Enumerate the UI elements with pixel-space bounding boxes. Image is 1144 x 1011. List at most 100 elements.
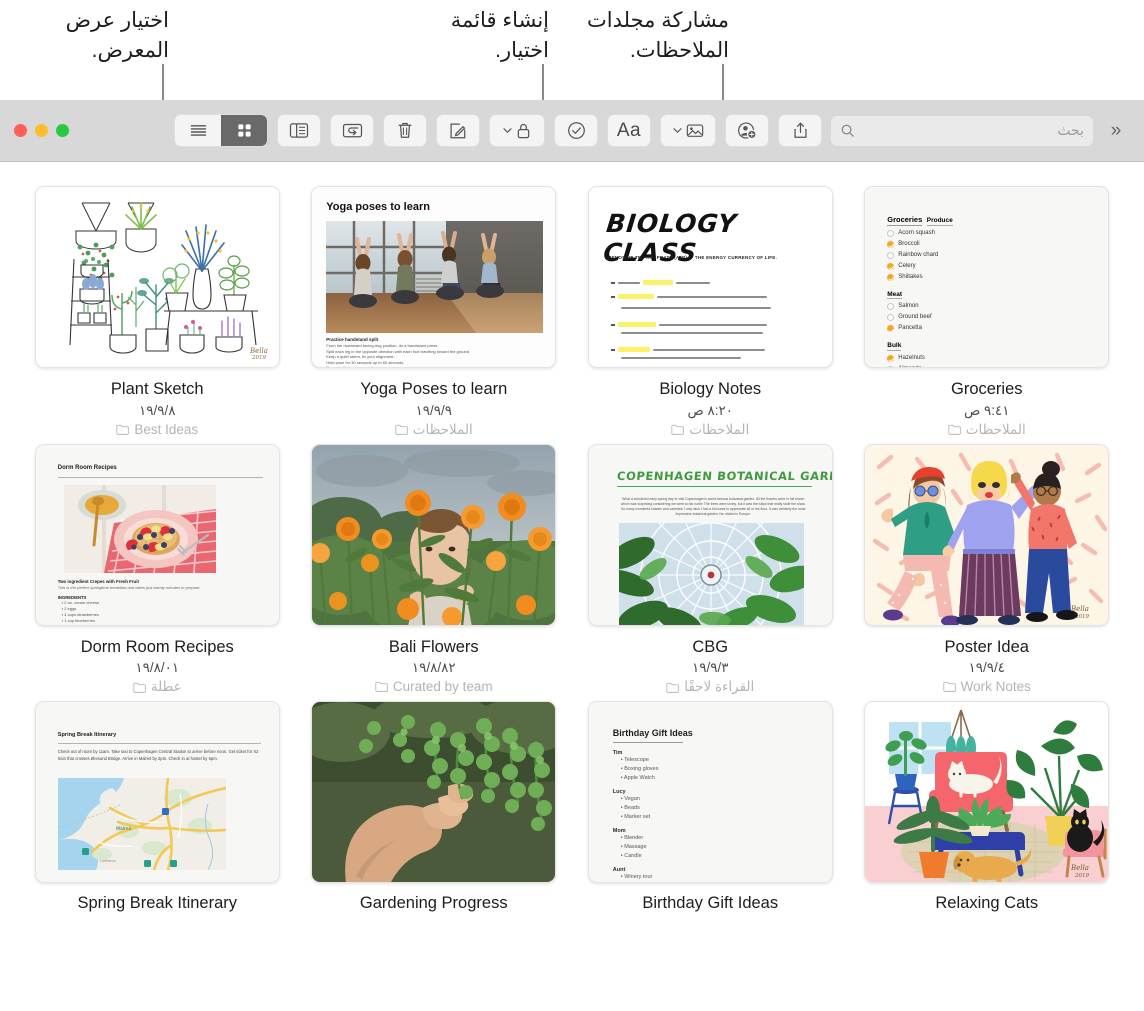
grid-icon — [237, 124, 251, 137]
checkbox-off[interactable] — [887, 229, 895, 237]
checklist-item[interactable]: Broccoli — [887, 239, 1098, 250]
yoga-studio-photo — [326, 221, 544, 333]
checkbox-off[interactable] — [887, 314, 895, 321]
note-thumbnail[interactable]: Bella 2019 — [864, 701, 1110, 884]
lock-button[interactable] — [489, 114, 545, 147]
thumb-title: Spring Break Itinerary — [57, 732, 117, 739]
move-to-folder-button[interactable] — [330, 114, 374, 147]
checkbox-on[interactable] — [887, 273, 895, 281]
delete-button[interactable] — [383, 114, 427, 147]
note-title: Poster Idea — [944, 637, 1029, 656]
note-card[interactable]: Bella 2019 Relaxing Cats — [850, 701, 1125, 914]
add-people-button[interactable] — [725, 114, 769, 147]
note-meta: Plant Sketch ١٩/٩/٨ Best Ideas — [111, 379, 204, 437]
checkbox-on[interactable] — [887, 240, 895, 248]
note-thumbnail[interactable] — [311, 701, 557, 884]
note-card[interactable]: Bali Flowers ١٩/٨/٨٢ Curated by team — [297, 443, 572, 696]
note-thumbnail[interactable]: Birthday Gift Ideas Tim Telescope Boxing… — [587, 701, 833, 884]
thumb-title: Groceries — [887, 215, 923, 226]
thumb-subtitle: Two ingredient Crepes with Fresh Fruit — [57, 578, 139, 584]
search-input[interactable]: بحث — [831, 115, 1093, 146]
thumb-note: This is the perfect springtime breakfast… — [57, 584, 201, 590]
checkbox-on[interactable] — [887, 354, 895, 362]
note-card[interactable]: Bella 2019 Plant Sketch ١٩/٩/٨ Best Idea… — [20, 186, 295, 438]
checkbox-off[interactable] — [887, 303, 895, 310]
biology-note-preview: BIOLOGY CLASS ADENOSINE TRIPHOSPHATE (AT… — [588, 187, 832, 367]
thumb-title: COPENHAGEN BOTANICAL GARDEN — [616, 468, 832, 483]
note-card[interactable]: Groceries Produce Acorn squash Broccoli … — [850, 186, 1125, 438]
note-folder-label: الملاحظات — [965, 421, 1026, 437]
note-folder-label: القراءة لاحقًا — [684, 679, 755, 695]
note-thumbnail[interactable]: Dorm Room Recipes Two ingredient Crepes … — [34, 443, 280, 626]
note-card[interactable]: Dorm Room Recipes Two ingredient Crepes … — [20, 443, 295, 696]
note-folder-label: الملاحظات — [689, 421, 750, 437]
note-title: Plant Sketch — [110, 380, 204, 398]
note-meta: Relaxing Cats — [935, 893, 1038, 914]
thumb-body: Check out of room by 11am. Take taxi to … — [57, 749, 259, 761]
note-card[interactable]: Gardening Progress — [297, 701, 572, 914]
note-thumbnail[interactable]: BIOLOGY CLASS ADENOSINE TRIPHOSPHATE (AT… — [587, 186, 833, 368]
relaxing-cats-illustration: Bella 2019 — [865, 702, 1109, 883]
note-folder: الملاحظات — [360, 422, 507, 438]
note-card[interactable]: Birthday Gift Ideas Tim Telescope Boxing… — [573, 701, 848, 914]
media-button[interactable] — [660, 114, 716, 147]
list-view-button[interactable] — [175, 115, 221, 146]
checklist-item[interactable]: Pancetta — [887, 323, 1098, 334]
checklist-item-label: Hazelnuts — [898, 354, 925, 361]
note-card[interactable]: Yoga poses to learn Practice handstand s… — [297, 186, 572, 438]
note-thumbnail[interactable]: Groceries Produce Acorn squash Broccoli … — [864, 186, 1110, 368]
svg-text:Bella: Bella — [1070, 864, 1089, 872]
poster-idea-illustration: Bella 2019 — [865, 444, 1109, 625]
compose-button[interactable] — [436, 114, 480, 147]
checklist-item[interactable]: Salmon — [887, 301, 1098, 312]
note-folder-label: Best Ideas — [134, 421, 199, 437]
checklist-item[interactable]: Acorn squash — [887, 228, 1098, 239]
checklist-item-label: Rainbow chard — [898, 251, 939, 258]
gallery-view-button[interactable] — [221, 115, 267, 146]
window-controls — [10, 124, 69, 137]
note-folder: القراءة لاحقًا — [666, 679, 754, 695]
yoga-note-preview: Yoga poses to learn Practice handstand s… — [312, 187, 556, 367]
sidebar-collapse-button[interactable]: « — [1102, 116, 1130, 146]
note-folder-label: Curated by team — [392, 679, 493, 695]
checklist-button[interactable] — [554, 114, 598, 147]
checkbox-on[interactable] — [887, 325, 895, 332]
view-mode-segmented-control[interactable] — [174, 114, 268, 147]
share-button[interactable] — [778, 114, 822, 147]
note-card[interactable]: Spring Break Itinerary Check out of room… — [20, 701, 295, 914]
note-date: ١٩/٩/٤ — [968, 660, 1005, 676]
note-date: ١٩/٩/٨ — [138, 402, 176, 418]
note-thumbnail[interactable]: Yoga poses to learn Practice handstand s… — [311, 186, 557, 368]
checkbox-off[interactable] — [887, 251, 895, 259]
search-icon — [841, 124, 854, 137]
folder-icon — [671, 424, 685, 435]
checklist-item[interactable]: Shiitakes — [887, 272, 1098, 283]
checklist-item[interactable]: Rainbow chard — [887, 250, 1098, 261]
note-card[interactable]: COPENHAGEN BOTANICAL GARDEN What a wonde… — [573, 443, 848, 696]
checklist-item[interactable]: Hazelnuts — [887, 353, 1098, 364]
checklist-item-label: Ground beef — [898, 314, 932, 320]
media-icon — [686, 124, 703, 137]
checklist-item[interactable]: Ground beef — [887, 312, 1098, 323]
note-card[interactable]: BIOLOGY CLASS ADENOSINE TRIPHOSPHATE (AT… — [573, 186, 848, 438]
sidebar-button[interactable] — [277, 114, 321, 147]
note-thumbnail[interactable] — [311, 443, 557, 626]
note-thumbnail[interactable]: Bella 2019 — [864, 443, 1110, 626]
note-meta: CBG ١٩/٩/٣ القراءة لاحقًا — [666, 637, 754, 696]
note-thumbnail[interactable]: Bella 2019 — [34, 186, 280, 368]
gift-item: Blender — [621, 834, 816, 843]
note-title: Gardening Progress — [359, 894, 508, 913]
note-thumbnail[interactable]: COPENHAGEN BOTANICAL GARDEN What a wonde… — [587, 443, 833, 626]
note-thumbnail[interactable]: Spring Break Itinerary Check out of room… — [34, 701, 280, 884]
minimize-light[interactable] — [35, 124, 48, 137]
checkbox-off[interactable] — [887, 365, 895, 367]
note-card[interactable]: Bella 2019 Poster Idea ١٩/٩/٤ Work Notes — [850, 443, 1125, 696]
close-light[interactable] — [14, 124, 27, 137]
format-button[interactable]: Aa — [607, 114, 651, 147]
checklist-item[interactable]: Celery — [887, 261, 1098, 272]
format-aa-icon: Aa — [616, 119, 642, 141]
checkbox-on[interactable] — [887, 262, 895, 270]
checklist-item[interactable]: Almonds — [887, 364, 1098, 367]
thumb-title: Dorm Room Recipes — [57, 464, 117, 471]
maximize-light[interactable] — [56, 124, 69, 137]
